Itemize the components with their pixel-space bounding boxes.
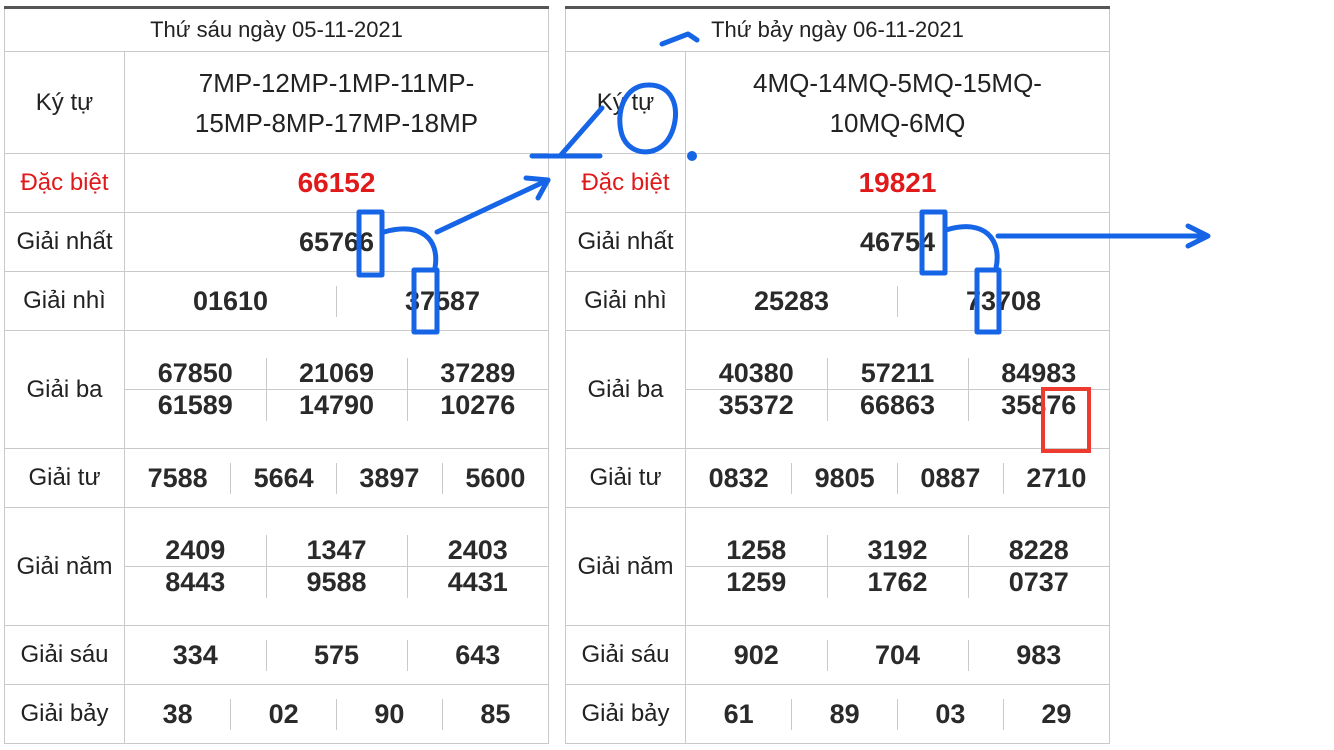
highlight-box-nhat-left xyxy=(356,209,385,278)
highlight-box-nhi-left xyxy=(411,267,440,335)
handwritten-dot xyxy=(687,151,697,161)
highlight-box-ba-red xyxy=(1041,387,1091,453)
handwritten-l-stroke xyxy=(529,105,605,159)
arrow-line-left xyxy=(434,177,551,235)
annotation-overlay xyxy=(356,31,1211,453)
connector-curve-right xyxy=(943,224,1000,271)
handwritten-o-stroke xyxy=(617,82,679,155)
connector-curve-left xyxy=(381,226,439,271)
highlight-box-nhat-right xyxy=(919,209,948,276)
handwritten-circumflex xyxy=(659,31,700,47)
highlight-box-nhi-right xyxy=(974,267,1002,335)
